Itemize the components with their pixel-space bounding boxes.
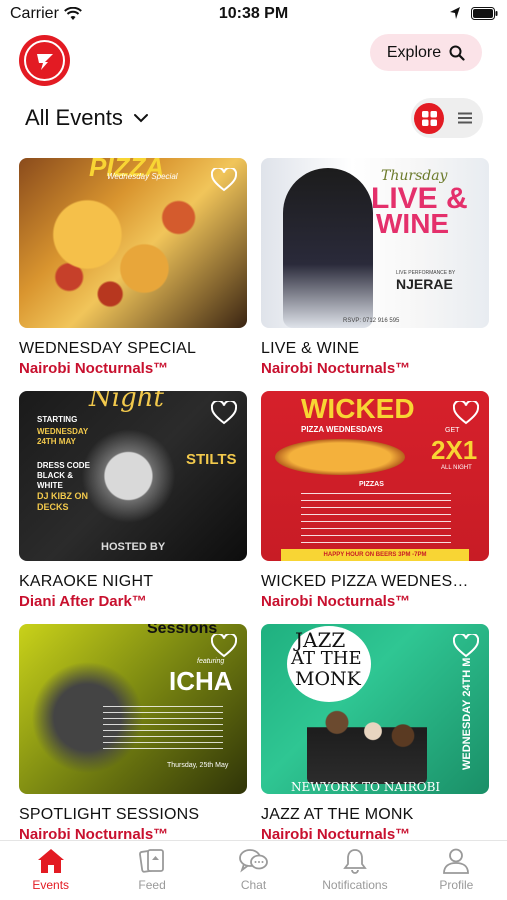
tab-notifications[interactable]: Notifications: [304, 841, 405, 900]
view-toggle: [411, 98, 483, 138]
logo-mark: [24, 40, 65, 81]
list-view-button[interactable]: [450, 103, 480, 134]
poster-subtitle: PIZZA WEDNESDAYS: [301, 425, 383, 434]
poster-rsvp: RSVP: 0712 916 595: [343, 318, 400, 324]
tab-profile[interactable]: Profile: [406, 841, 507, 900]
tab-label: Events: [32, 878, 70, 892]
band-photo: [307, 696, 427, 784]
performer-photo: [283, 168, 373, 328]
battery-icon: [471, 6, 498, 20]
event-poster: WICKED PIZZA WEDNESDAYS GET 2X1 ALL NIGH…: [261, 391, 489, 561]
bell-icon: [343, 849, 367, 874]
poster-menu-list: [301, 493, 451, 545]
event-title: LIVE & WINE: [261, 340, 360, 357]
tab-chat[interactable]: Chat: [203, 841, 304, 900]
poster-hosted: HOSTED BY: [101, 541, 166, 553]
heart-icon[interactable]: [211, 401, 237, 425]
poster-headline: Night: [89, 391, 164, 413]
explore-label: Explore: [386, 43, 442, 61]
event-organizer: Nairobi Nocturnals™: [261, 593, 411, 610]
event-organizer: Nairobi Nocturnals™: [261, 360, 411, 377]
app-header: Explore: [0, 33, 507, 87]
status-time: 10:38 PM: [218, 5, 289, 22]
event-card[interactable]: PIZZA Wednesday Special WEDNESDAY SPECIA…: [19, 158, 247, 377]
list-icon: [458, 112, 472, 124]
poster-date: WEDNESDAY 24TH MAY: [37, 427, 89, 446]
event-poster: Thursday LIVE & WINE LIVE PERFORMANCE BY…: [261, 158, 489, 328]
status-bar: Carrier 10:38 PM: [0, 0, 507, 30]
poster-wine: WINE: [376, 208, 450, 239]
event-poster: Night STARTING WEDNESDAY 24TH MAY DRESS …: [19, 391, 247, 561]
event-title: JAZZ AT THE MONK: [261, 806, 414, 823]
tab-label: Feed: [138, 878, 166, 892]
tab-events[interactable]: Events: [0, 841, 101, 900]
heart-icon[interactable]: [211, 634, 237, 658]
profile-icon: [443, 848, 470, 874]
poster-offer: 2X1: [431, 435, 478, 465]
poster-footer: NEWYORK TO NAIROBI: [291, 780, 441, 794]
grid-view-button[interactable]: [414, 102, 444, 134]
poster-featuring: featuring: [197, 658, 225, 665]
poster-starting: STARTING: [37, 415, 78, 424]
heart-icon[interactable]: [453, 401, 479, 425]
poster-date: Thursday, 25th May: [167, 762, 229, 769]
poster-at-the: AT THE: [291, 648, 362, 669]
event-card[interactable]: Sessions featuring ICHA Thursday, 25th M…: [19, 624, 247, 840]
location-icon: [450, 7, 460, 19]
chat-icon: [238, 849, 268, 873]
poster-bio: [103, 706, 223, 750]
tab-label: Chat: [240, 878, 267, 892]
event-poster: JAZZ AT THE MONK WEDNESDAY 24TH M NEWYOR…: [261, 624, 489, 794]
filter-row: All Events: [0, 98, 507, 140]
heart-icon[interactable]: [453, 634, 479, 658]
poster-get: GET: [445, 427, 460, 434]
event-poster: PIZZA Wednesday Special: [19, 158, 247, 328]
events-filter-dropdown[interactable]: All Events: [25, 105, 149, 131]
tab-label: Profile: [439, 878, 474, 892]
event-card[interactable]: JAZZ AT THE MONK WEDNESDAY 24TH M NEWYOR…: [261, 624, 489, 840]
poster-happy-hour: HAPPY HOUR ON BEERS 3PM -7PM: [281, 549, 469, 561]
heart-icon[interactable]: [211, 168, 237, 192]
event-title: WEDNESDAY SPECIAL: [19, 340, 197, 357]
home-icon: [37, 849, 64, 873]
poster-artist: ICHA: [169, 666, 233, 696]
poster-menu-title: PIZZAS: [359, 481, 384, 488]
poster-monk: MONK: [295, 668, 361, 690]
event-card[interactable]: WICKED PIZZA WEDNESDAYS GET 2X1 ALL NIGH…: [261, 391, 489, 610]
explore-button[interactable]: Explore: [370, 34, 482, 71]
feed-icon: [139, 849, 165, 873]
poster-venue: STILTS: [186, 451, 237, 468]
event-title: SPOTLIGHT SESSIONS: [19, 806, 200, 823]
poster-headline: WICKED: [301, 393, 415, 424]
poster-subtitle: Wednesday Special: [107, 172, 178, 181]
event-title: KARAOKE NIGHT: [19, 573, 154, 590]
event-organizer: Nairobi Nocturnals™: [19, 360, 169, 377]
event-organizer: Nairobi Nocturnals™: [19, 826, 169, 840]
tab-feed[interactable]: Feed: [101, 841, 202, 900]
events-filter-label: All Events: [25, 105, 123, 130]
event-organizer: Diani After Dark™: [19, 593, 147, 610]
events-grid: PIZZA Wednesday Special WEDNESDAY SPECIA…: [0, 158, 507, 840]
performer-name: NJERAE: [396, 276, 453, 292]
grid-icon: [421, 110, 437, 126]
event-card[interactable]: Thursday LIVE & WINE LIVE PERFORMANCE BY…: [261, 158, 489, 377]
logo-icon: [36, 53, 53, 70]
event-title: WICKED PIZZA WEDNES…: [261, 573, 469, 590]
app-logo[interactable]: [19, 35, 70, 86]
poster-headline: Sessions: [147, 624, 218, 637]
status-indicators: [449, 6, 498, 20]
search-icon: [449, 45, 465, 61]
chevron-down-icon: [133, 114, 148, 123]
event-poster: Sessions featuring ICHA Thursday, 25th M…: [19, 624, 247, 794]
poster-dress-code: DRESS CODE BLACK & WHITE: [37, 461, 90, 490]
pizza-graphic: [275, 439, 405, 475]
event-organizer: Nairobi Nocturnals™: [261, 826, 411, 840]
poster-all-night: ALL NIGHT: [441, 465, 472, 471]
event-card[interactable]: Night STARTING WEDNESDAY 24TH MAY DRESS …: [19, 391, 247, 610]
poster-dj: DJ KIBZ ON DECKS: [37, 491, 89, 512]
tab-label: Notifications: [322, 878, 388, 892]
bottom-tab-bar: Events Feed Chat Notifications Profile: [0, 840, 507, 900]
